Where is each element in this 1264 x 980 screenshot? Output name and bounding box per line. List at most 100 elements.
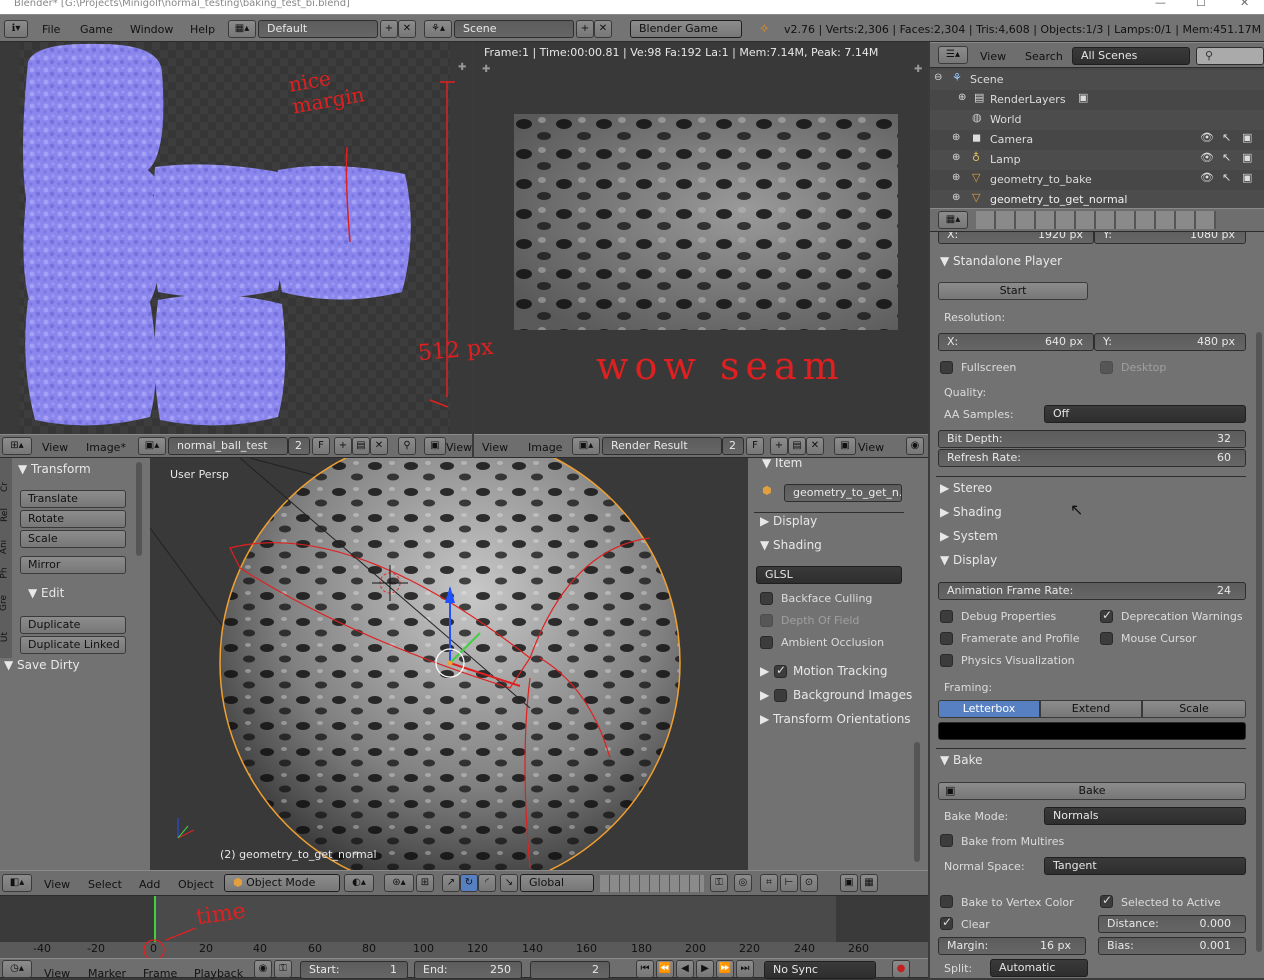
res-y-top-field[interactable]: Y: 1080 px: [1094, 232, 1246, 244]
outliner-menu-view[interactable]: View: [980, 50, 1006, 63]
uv-image-users[interactable]: 2: [288, 437, 310, 455]
uv-menu-image[interactable]: Image*: [86, 441, 126, 454]
vp-menu-select[interactable]: Select: [88, 878, 122, 891]
prev-key-icon[interactable]: ⏪: [656, 960, 674, 978]
timeline[interactable]: -40 -20 0 20 40 60 80 100 120 140 160 18…: [0, 896, 928, 958]
expand-icon[interactable]: ⊕: [952, 192, 960, 203]
props-editor-type-icon[interactable]: ▦▴: [938, 211, 968, 229]
render-new-icon[interactable]: +: [770, 437, 788, 455]
eye-icon[interactable]: 👁: [1200, 151, 1214, 164]
tab-grease[interactable]: Gre: [0, 595, 9, 611]
snap-element-icon[interactable]: ⊢: [780, 874, 798, 892]
expand-icon[interactable]: ⊕: [952, 172, 960, 183]
outliner-menu-search[interactable]: Search: [1025, 50, 1063, 63]
tab-utilities[interactable]: Ut: [0, 632, 10, 642]
game-shading-header[interactable]: ▶ Shading: [940, 505, 1002, 519]
menu-window[interactable]: Window: [130, 23, 173, 36]
shading-header[interactable]: ▼ Shading: [760, 538, 822, 552]
scene-add-icon[interactable]: +: [576, 20, 594, 38]
outliner-row-scene[interactable]: ⊖ ⚘ Scene: [930, 70, 1264, 90]
tl-menu-playback[interactable]: Playback: [194, 967, 243, 980]
display-header[interactable]: ▶ Display: [760, 514, 817, 528]
editor-type-icon[interactable]: ℹ▾: [4, 20, 28, 38]
fullscreen-checkbox[interactable]: [940, 361, 953, 374]
ao-checkbox[interactable]: [760, 636, 773, 649]
bit-depth-field[interactable]: Bit Depth: 32: [938, 430, 1246, 448]
menu-help[interactable]: Help: [190, 23, 215, 36]
maximize-icon[interactable]: ☐: [1196, 0, 1206, 9]
render-menu-image[interactable]: Image: [528, 441, 562, 454]
uv-view-icon[interactable]: ▣: [424, 437, 446, 455]
backface-checkbox[interactable]: [760, 592, 773, 605]
expand-icon[interactable]: ⊕: [952, 152, 960, 163]
extend-button[interactable]: Extend: [1040, 700, 1142, 718]
outliner-row-camera[interactable]: ⊕ ◼ Camera 👁 ↖ ▣: [930, 130, 1264, 150]
game-display-header[interactable]: ▼ Display: [940, 553, 997, 567]
tool-shelf-scrollbar[interactable]: [136, 462, 142, 556]
layer-buttons[interactable]: [600, 875, 704, 892]
rotate-button[interactable]: Rotate: [20, 510, 126, 528]
scale-framing-button[interactable]: Scale: [1142, 700, 1246, 718]
bake-mode-select[interactable]: Normals: [1044, 807, 1246, 825]
expand-icon[interactable]: ⊖: [934, 72, 942, 83]
jump-end-icon[interactable]: ⏭: [736, 960, 754, 978]
render-view-icon[interactable]: ▣: [834, 437, 856, 455]
engine-select[interactable]: Blender Game: [630, 20, 742, 38]
uv-new-icon[interactable]: +: [334, 437, 352, 455]
outliner-editor-type-icon[interactable]: ☰▴: [938, 46, 968, 64]
render-toggle-icon[interactable]: ▣: [1242, 151, 1252, 164]
scene-field[interactable]: Scene: [454, 20, 574, 38]
scene-icon[interactable]: ⚘▴: [424, 20, 452, 38]
render-menu-view[interactable]: View: [482, 441, 508, 454]
render-open-icon[interactable]: ▤: [788, 437, 806, 455]
manipulator-icon[interactable]: ⊞: [416, 874, 434, 892]
layout-remove-icon[interactable]: ✕: [398, 20, 416, 38]
stereo-header[interactable]: ▶ Stereo: [940, 481, 992, 495]
snap-icon[interactable]: ⌗: [760, 874, 778, 892]
current-frame-field[interactable]: 2: [530, 961, 610, 979]
play-reverse-icon[interactable]: ◀: [676, 960, 694, 978]
eye-icon[interactable]: 👁: [1200, 171, 1214, 184]
framing-color-swatch[interactable]: [938, 722, 1246, 740]
uv-menu-view[interactable]: View: [42, 441, 68, 454]
standalone-header[interactable]: ▼ Standalone Player: [940, 254, 1062, 268]
render-unlink-icon[interactable]: ✕: [806, 437, 824, 455]
props-context-tabs[interactable]: [976, 211, 1216, 229]
tl-menu-frame[interactable]: Frame: [143, 967, 177, 980]
deprec-checkbox[interactable]: [1100, 608, 1113, 623]
vp-menu-view[interactable]: View: [44, 878, 70, 891]
edit-header[interactable]: ▼ Edit: [28, 586, 64, 600]
snap-target-icon[interactable]: ⊙: [800, 874, 818, 892]
pivot-icon[interactable]: ⊛▴: [384, 874, 414, 892]
scene-remove-icon[interactable]: ✕: [594, 20, 612, 38]
dof-checkbox[interactable]: [760, 614, 773, 627]
refresh-field[interactable]: Refresh Rate: 60: [938, 449, 1246, 467]
shading-mode-select[interactable]: GLSL: [756, 566, 902, 584]
tab-animation[interactable]: Ani: [0, 540, 9, 554]
render-image-browse-icon[interactable]: ▣▴: [572, 437, 600, 455]
margin-field[interactable]: Margin: 16 px: [938, 937, 1086, 955]
render-image-name[interactable]: Render Result: [602, 437, 722, 455]
end-frame-field[interactable]: End: 250: [414, 961, 522, 979]
expand-icon[interactable]: ⊕: [952, 132, 960, 143]
render-image-users[interactable]: 2: [722, 437, 744, 455]
next-key-icon[interactable]: ⏩: [716, 960, 734, 978]
viewport-shading-icon[interactable]: ◐▴: [344, 874, 374, 892]
duplicate-linked-button[interactable]: Duplicate Linked: [20, 636, 126, 654]
record-icon[interactable]: ◉: [254, 960, 272, 978]
render-icon[interactable]: ▣: [840, 874, 858, 892]
item-header[interactable]: ▼ Item: [762, 456, 802, 470]
uv-image-name[interactable]: normal_ball_test: [168, 437, 288, 455]
orient-icon[interactable]: ↘: [500, 874, 518, 892]
bake-header[interactable]: ▼ Bake: [940, 753, 983, 767]
physics-checkbox[interactable]: [940, 654, 953, 667]
viewport-3d[interactable]: User Persp (2) geometry_to_get_normal: [150, 458, 748, 870]
tab-relations[interactable]: Rel: [0, 508, 10, 522]
autokey-icon[interactable]: ●: [892, 960, 910, 978]
split-select[interactable]: Automatic: [990, 959, 1088, 977]
save-dirty-header[interactable]: ▼ Save Dirty: [4, 658, 80, 672]
jump-start-icon[interactable]: ⏮: [636, 960, 654, 978]
n-panel-scrollbar[interactable]: [914, 742, 920, 862]
outliner-row-geometry-normal[interactable]: ⊕ ▽ geometry_to_get_normal: [930, 190, 1264, 208]
background-images-header[interactable]: ▶: [760, 688, 769, 702]
